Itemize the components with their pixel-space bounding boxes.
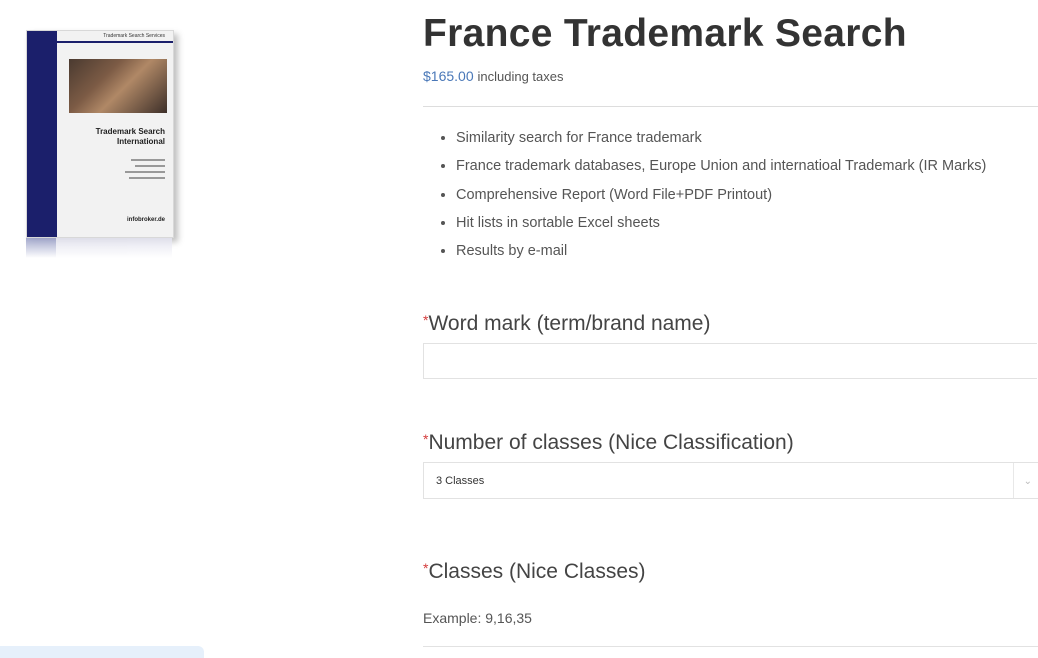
num-classes-selected-value: 3 Classes xyxy=(436,475,485,487)
word-mark-label-text: Word mark (term/brand name) xyxy=(428,312,711,335)
select-divider xyxy=(1013,463,1014,498)
feature-item: Similarity search for France trademark xyxy=(456,124,1038,152)
feature-item: Hit lists in sortable Excel sheets xyxy=(456,209,1038,237)
word-mark-label: *Word mark (term/brand name) xyxy=(423,312,710,336)
cover-topline xyxy=(57,41,173,43)
product-image-reflection xyxy=(26,238,172,258)
product-price: $165.00 including taxes xyxy=(423,68,1038,84)
product-image[interactable]: Trademark Search Services Trademark Sear… xyxy=(26,30,174,238)
summary-divider xyxy=(423,106,1038,107)
cover-brand: infobroker.de xyxy=(126,217,165,223)
cover-text-line xyxy=(129,177,165,179)
classes-hint: Example: 9,16,35 xyxy=(423,610,532,626)
classes-label: *Classes (Nice Classes) xyxy=(423,560,646,584)
bottom-floating-tab[interactable] xyxy=(0,646,204,658)
feature-item: France trademark databases, Europe Union… xyxy=(456,152,1038,180)
num-classes-select[interactable]: 3 Classes ⌄ xyxy=(423,462,1038,499)
cover-text-line xyxy=(135,165,165,167)
cover-text-line xyxy=(125,171,165,173)
product-title: France Trademark Search xyxy=(423,12,907,55)
cover-title-line1: Trademark Search xyxy=(95,127,165,136)
cover-spine xyxy=(27,31,57,237)
cover-text-line xyxy=(131,159,165,161)
num-classes-label-text: Number of classes (Nice Classification) xyxy=(428,431,794,454)
price-amount: $165.00 xyxy=(423,68,474,84)
feature-list: Similarity search for France trademark F… xyxy=(423,124,1038,265)
cover-title: Trademark Search International xyxy=(73,127,165,147)
cover-header-text: Trademark Search Services xyxy=(103,33,165,39)
feature-item: Comprehensive Report (Word File+PDF Prin… xyxy=(456,181,1038,209)
classes-input[interactable] xyxy=(423,646,1038,657)
num-classes-label: *Number of classes (Nice Classification) xyxy=(423,431,794,455)
reflection-spine xyxy=(26,238,56,258)
feature-item: Results by e-mail xyxy=(456,237,1038,265)
word-mark-input[interactable] xyxy=(423,343,1037,379)
classes-label-text: Classes (Nice Classes) xyxy=(428,560,646,583)
cover-photo xyxy=(69,59,167,113)
product-summary: France Trademark Search $165.00 includin… xyxy=(423,12,1038,84)
cover-title-line2: International xyxy=(116,137,165,146)
chevron-down-icon[interactable]: ⌄ xyxy=(1024,463,1032,500)
price-suffix: including taxes xyxy=(477,69,564,84)
